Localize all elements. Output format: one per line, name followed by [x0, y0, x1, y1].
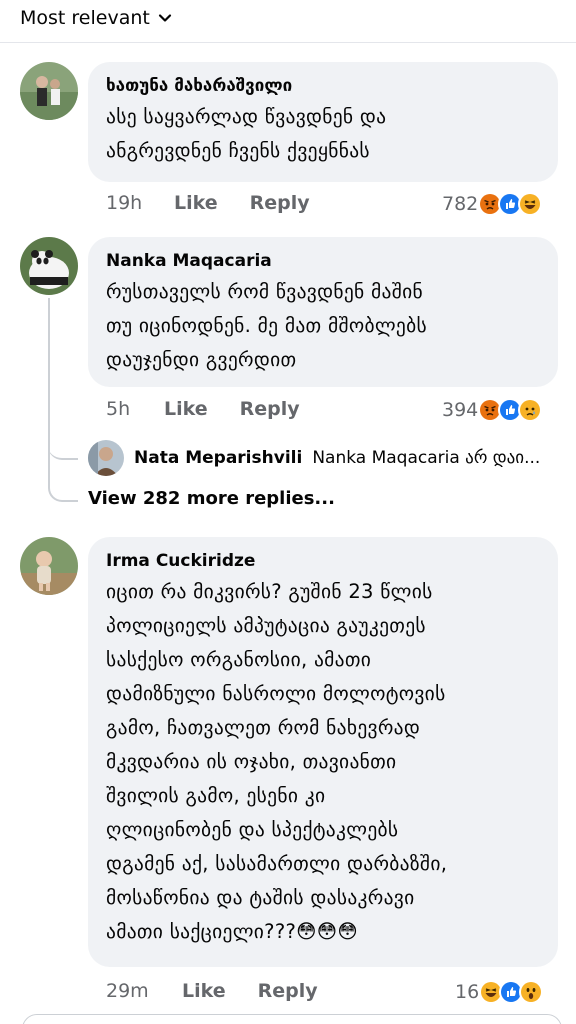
haha-emoji-icon [518, 192, 543, 216]
reaction-count: 16 [455, 981, 480, 1003]
reply-button[interactable]: Reply [240, 398, 300, 420]
view-more-replies-link[interactable]: View 282 more replies... [88, 488, 335, 509]
comment-author[interactable]: Nanka Maqacaria [106, 251, 540, 271]
reply-button[interactable]: Reply [250, 192, 310, 214]
comment-bubble: Nanka Maqacaria რუსთაველს რომ წვავდნენ მ… [88, 237, 558, 387]
thread-line [48, 298, 50, 458]
avatar[interactable] [88, 440, 124, 476]
comment-bubble: Irma Cuckiridze იცით რა მიკვირს? გუშინ 2… [88, 537, 558, 967]
nested-reply[interactable]: Nata Meparishvili Nanka Maqacaria არ დაი… [88, 440, 540, 476]
avatar[interactable] [20, 537, 78, 595]
comment-time[interactable]: 19h [106, 192, 174, 214]
reply-preview: Nanka Maqacaria არ დაი... [312, 448, 541, 468]
avatar[interactable] [20, 62, 78, 120]
comment-text: იცით რა მიკვირს? გუშინ 23 წლის პოლიციელს… [106, 580, 448, 943]
reaction-count: 394 [442, 399, 479, 421]
reply-author[interactable]: Nata Meparishvili [134, 448, 302, 468]
comment-input-box[interactable] [22, 1014, 562, 1024]
like-button[interactable]: Like [164, 398, 208, 420]
reaction-summary[interactable]: 16 [455, 980, 544, 1004]
comment-author[interactable]: ხათუნა მახარაშვილი [106, 76, 540, 96]
comment-time[interactable]: 5h [106, 398, 164, 420]
comment-actions: 29m Like Reply [106, 980, 318, 1002]
comment-time[interactable]: 29m [106, 980, 182, 1002]
comment-author[interactable]: Irma Cuckiridze [106, 551, 540, 571]
like-button[interactable]: Like [174, 192, 218, 214]
comment-text: რუსთაველს რომ წვავდნენ მაშინ თუ იცინოდნე… [106, 280, 428, 371]
comment-text: ასე საყვარლად წვავდნენ და ანგრევდნენ ჩვე… [106, 105, 387, 162]
avatar[interactable] [20, 237, 78, 295]
sort-label: Most relevant [20, 7, 150, 29]
comment-actions: 5h Like Reply [106, 398, 300, 420]
reaction-summary[interactable]: 782 [442, 192, 543, 216]
reply-button[interactable]: Reply [258, 980, 318, 1002]
sort-dropdown[interactable]: Most relevant [20, 4, 172, 32]
wow-emoji-icon [519, 980, 544, 1004]
comment-actions: 19h Like Reply [106, 192, 310, 214]
comment-bubble: ხათუნა მახარაშვილი ასე საყვარლად წვავდნე… [88, 62, 558, 182]
header-divider [0, 42, 576, 43]
reaction-count: 782 [442, 193, 479, 215]
sad-emoji-icon [518, 398, 543, 422]
chevron-down-icon [158, 11, 172, 25]
like-button[interactable]: Like [182, 980, 226, 1002]
reaction-summary[interactable]: 394 [442, 398, 543, 422]
thread-connector [48, 456, 78, 502]
